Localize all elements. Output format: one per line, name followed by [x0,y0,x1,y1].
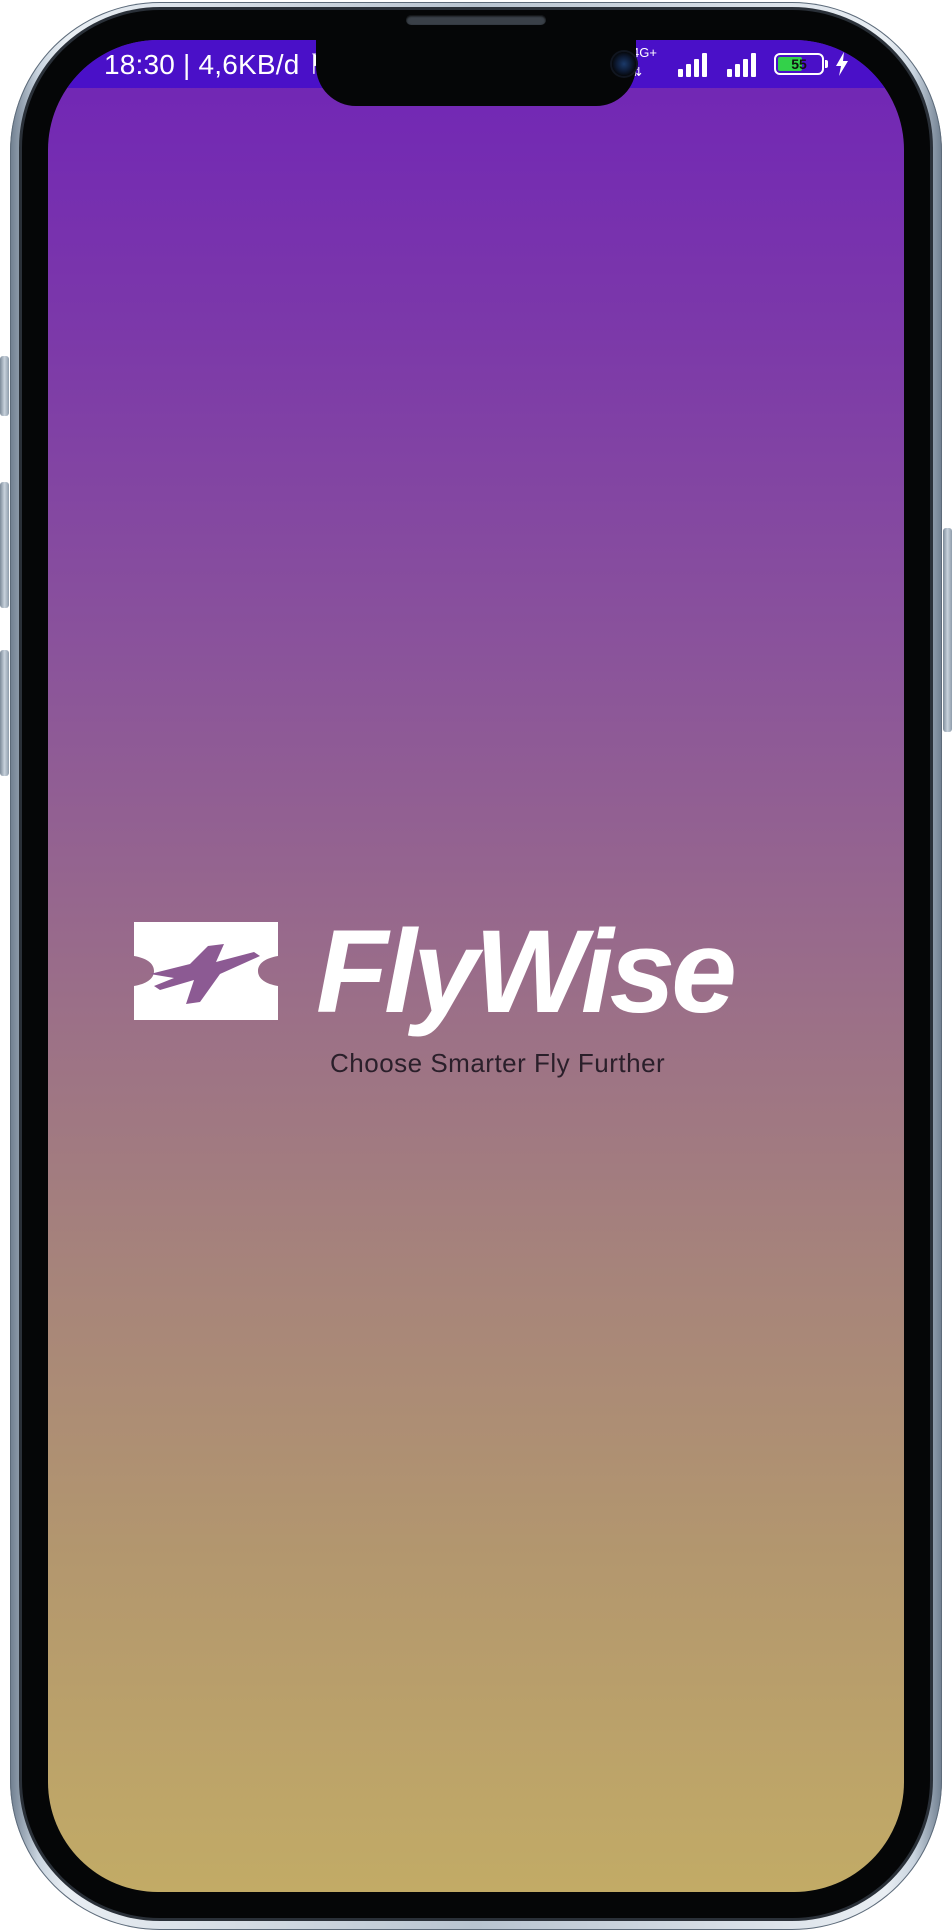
power-button [943,528,952,732]
brand-tagline: Choose Smarter Fly Further [330,1048,666,1078]
airplane-ticket-icon [134,922,278,1020]
status-time: 18:30 | 4,6KB/d ⚑ [104,49,333,80]
status-icons: 4G+ ⇅ 55 [628,46,850,80]
display-notch [316,40,636,106]
app-screen: 18:30 | 4,6KB/d ⚑ 4G+ ⇅ 55 FlyWise Choos… [48,40,904,1892]
brand-name: FlyWise [316,906,737,1038]
volume-up-button [0,482,9,608]
volume-down-button [0,650,9,776]
front-camera [612,52,636,76]
silent-switch [0,356,9,416]
battery-level: 55 [791,56,807,72]
earpiece-speaker [406,15,546,25]
signal-strength-icon [678,51,707,77]
charging-bolt-icon [836,52,848,76]
signal-strength-icon-2 [727,51,756,77]
battery-icon: 55 [774,53,828,75]
